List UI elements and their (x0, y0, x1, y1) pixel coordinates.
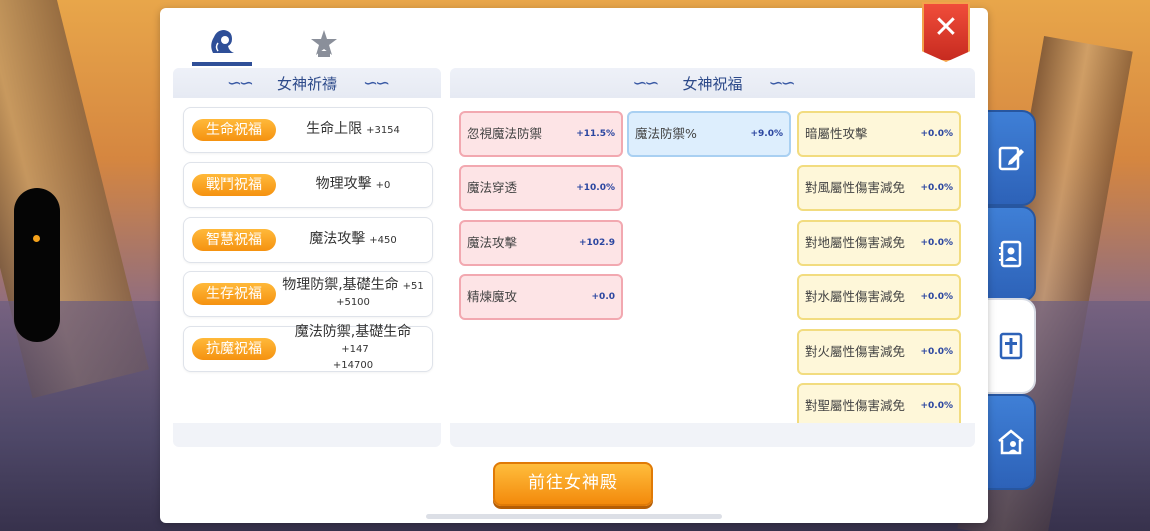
stat-value: +51 (402, 281, 424, 292)
stat-name: 魔法攻擊 (309, 231, 366, 247)
blessing-badge: 生命祝福 (192, 119, 276, 141)
notification-dot (33, 235, 40, 242)
stat-name: 物理防禦,基礎生命 (282, 277, 399, 293)
stat-name: 暗屬性攻擊 (805, 126, 868, 141)
stat-value-secondary: +14700 (332, 360, 374, 371)
goddess-blessing-window: ✕ ∽∽ 女神祈禱 ∽∽ 生命祝福 生命上限 +3154 戰鬥祝福 物理攻擊 +0 … (160, 2, 988, 523)
contact-book-icon (999, 240, 1022, 268)
blessing-stat: 物理攻擊 +0 (280, 163, 426, 207)
swirl-ornament-icon: ∽∽ (768, 72, 796, 94)
stat-card: 暗屬性攻擊 +0.0% (797, 111, 961, 157)
list-item[interactable]: 生存祝福 物理防禦,基礎生命 +51 +5100 (183, 271, 433, 317)
stat-name: 忽視魔法防禦 (467, 126, 543, 141)
stat-name: 魔法攻擊 (467, 235, 518, 250)
list-item[interactable]: 智慧祝福 魔法攻擊 +450 (183, 217, 433, 263)
stat-card: 對風屬性傷害減免 +0.0% (797, 165, 961, 211)
stat-card: 忽視魔法防禦 +11.5% (459, 111, 623, 157)
stat-name: 魔法防禦,基礎生命 (294, 324, 412, 340)
blessing-badge: 智慧祝福 (192, 229, 276, 251)
star-emblem-icon (311, 30, 337, 57)
blessing-title: 女神祝福 (682, 74, 743, 93)
blessing-badge: 生存祝福 (192, 283, 276, 305)
stat-name: 精煉魔攻 (467, 289, 518, 304)
blessing-badge: 抗魔祝福 (192, 338, 276, 360)
stat-value: +3154 (366, 125, 400, 136)
tab-goddess[interactable] (192, 22, 252, 66)
tab-emblem[interactable] (294, 22, 354, 66)
swirl-ornament-icon: ∽∽ (632, 72, 659, 94)
stat-value: +450 (369, 235, 397, 246)
stat-card: 魔法攻擊 +102.9 (459, 220, 623, 266)
side-tab-contacts[interactable] (986, 206, 1036, 302)
stat-name: 魔法穿透 (467, 180, 518, 195)
list-item[interactable]: 抗魔祝福 魔法防禦,基礎生命 +147 +14700 (183, 324, 433, 372)
stat-name: 對風屬性傷害減免 (805, 180, 906, 195)
blessing-section: ∽∽ 女神祝福 ∽∽ 忽視魔法防禦 +11.5% 魔法穿透 +10.0% 魔法攻… (450, 68, 975, 447)
stat-card: 魔法防禦% +9.0% (627, 111, 791, 157)
blessing-stat: 生命上限 +3154 (280, 108, 426, 152)
blessing-grid[interactable]: 忽視魔法防禦 +11.5% 魔法穿透 +10.0% 魔法攻擊 +102.9 精煉… (450, 98, 975, 423)
stat-name: 對水屬性傷害減免 (805, 289, 906, 304)
stat-name: 魔法防禦% (635, 126, 697, 141)
stat-value: +102.9 (578, 238, 615, 248)
close-icon: ✕ (933, 10, 959, 45)
stat-value: +0.0% (920, 238, 953, 248)
side-tab-edit[interactable] (986, 110, 1036, 206)
stat-value: +0 (375, 180, 391, 191)
stat-value: +0.0% (920, 183, 953, 193)
stat-value: +10.0% (576, 183, 615, 193)
stat-name: 對聖屬性傷害減免 (805, 398, 906, 413)
goddess-head-icon (211, 30, 234, 53)
side-tab-guild[interactable] (986, 394, 1036, 490)
stat-name: 生命上限 (306, 121, 363, 137)
side-drawer-handle[interactable] (14, 188, 60, 342)
list-item[interactable]: 生命祝福 生命上限 +3154 (183, 107, 433, 153)
stat-card: 對水屬性傷害減免 +0.0% (797, 274, 961, 320)
stat-card: 精煉魔攻 +0.0 (459, 274, 623, 320)
blessing-header: ∽∽ 女神祝福 ∽∽ (450, 68, 975, 98)
stat-value: +0.0 (591, 292, 615, 302)
blessing-stat: 魔法防禦,基礎生命 +147 +14700 (280, 324, 426, 371)
side-tab-goddess[interactable] (986, 298, 1036, 394)
prayer-header: ∽∽ 女神祈禱 ∽∽ (173, 68, 441, 98)
edit-note-icon (998, 146, 1024, 171)
blessing-badge: 戰鬥祝福 (192, 174, 276, 196)
swirl-ornament-icon: ∽∽ (226, 72, 254, 94)
stat-value: +147 (341, 344, 369, 355)
close-button[interactable]: ✕ (922, 2, 970, 62)
swirl-ornament-icon: ∽∽ (363, 72, 390, 94)
stat-value: +9.0% (750, 129, 783, 139)
stat-card: 對聖屬性傷害減免 +0.0% (797, 383, 961, 423)
stat-value: +0.0% (920, 129, 953, 139)
stat-value: +0.0% (920, 347, 953, 357)
stat-value: +0.0% (920, 292, 953, 302)
stat-card: 對地屬性傷害減免 +0.0% (797, 220, 961, 266)
go-to-temple-button[interactable]: 前往女神殿 (493, 462, 653, 506)
prayer-list: 生命祝福 生命上限 +3154 戰鬥祝福 物理攻擊 +0 智慧祝福 魔法攻擊 +450… (173, 98, 441, 423)
stat-card: 對火屬性傷害減免 +0.0% (797, 329, 961, 375)
blessing-stat: 魔法攻擊 +450 (280, 218, 426, 262)
stat-card: 魔法穿透 +10.0% (459, 165, 623, 211)
blessing-stat: 物理防禦,基礎生命 +51 +5100 (280, 272, 426, 316)
stat-name: 對地屬性傷害減免 (805, 235, 906, 250)
list-item[interactable]: 戰鬥祝福 物理攻擊 +0 (183, 162, 433, 208)
stat-name: 物理攻擊 (315, 176, 372, 192)
stat-value-secondary: +5100 (336, 297, 370, 308)
prayer-section: ∽∽ 女神祈禱 ∽∽ 生命祝福 生命上限 +3154 戰鬥祝福 物理攻擊 +0 智慧… (173, 68, 441, 447)
holy-cross-icon (999, 332, 1023, 360)
stat-value: +0.0% (920, 401, 953, 411)
prayer-title: 女神祈禱 (276, 74, 337, 93)
horizontal-scrollbar[interactable] (426, 514, 722, 519)
guild-house-icon (998, 429, 1024, 455)
stat-name: 對火屬性傷害減免 (805, 344, 906, 359)
stat-value: +11.5% (576, 129, 615, 139)
